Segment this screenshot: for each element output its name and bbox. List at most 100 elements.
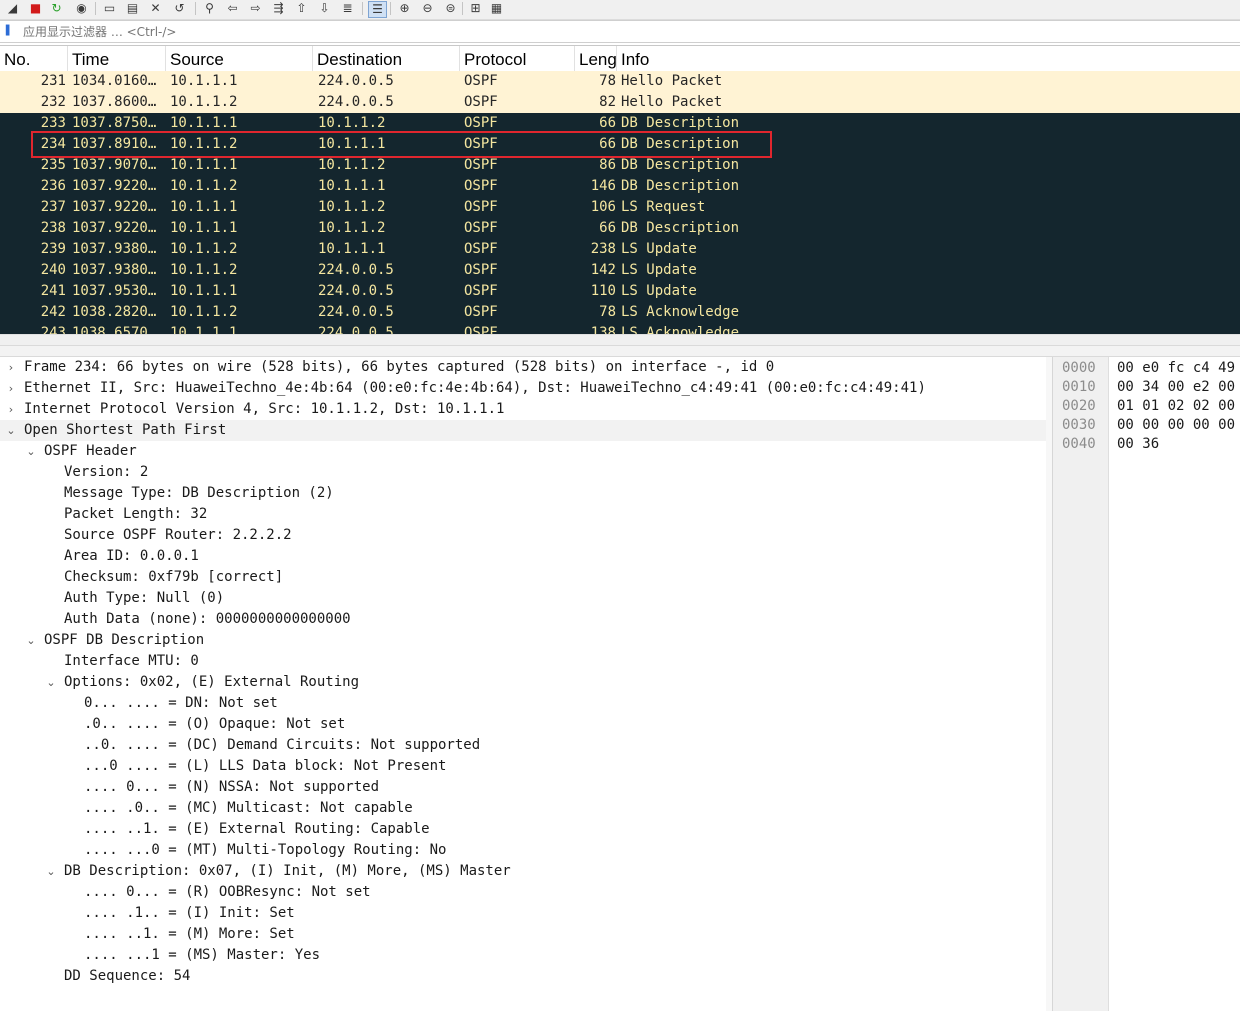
tree-field[interactable]: Version: 2: [0, 462, 1046, 483]
packet-cell-destination: 10.1.1.2: [318, 157, 386, 173]
go-to-packet-icon[interactable]: ⇶: [270, 1, 287, 16]
tree-field[interactable]: Auth Type: Null (0): [0, 588, 1046, 609]
packet-row[interactable]: 239 1037.9380… 10.1.1.2 10.1.1.1 OSPF 238 LS U…: [0, 239, 1240, 260]
tree-field[interactable]: Area ID: 0.0.0.1: [0, 546, 1046, 567]
open-file-icon[interactable]: ▭: [101, 1, 118, 16]
go-forward-icon[interactable]: ⇨: [247, 1, 264, 16]
tree-field[interactable]: .... ..1. = (E) External Routing: Capabl…: [0, 819, 1046, 840]
packet-cell-protocol: OSPF: [464, 283, 498, 299]
tree-field[interactable]: .... .1.. = (I) Init: Set: [0, 903, 1046, 924]
packet-row[interactable]: 232 1037.8600… 10.1.1.2 224.0.0.5 OSPF 82 Hell…: [0, 92, 1240, 113]
tree-field[interactable]: .... ...0 = (MT) Multi-Topology Routing:…: [0, 840, 1046, 861]
chevron-down-icon[interactable]: ⌄: [4, 420, 18, 441]
chevron-right-icon[interactable]: ›: [4, 399, 18, 420]
packet-row[interactable]: 241 1037.9530… 10.1.1.1 224.0.0.5 OSPF 110 LS …: [0, 281, 1240, 302]
resize-columns-icon[interactable]: ⊞: [467, 1, 484, 16]
zoom-reset-icon[interactable]: ⊜: [442, 1, 459, 16]
tree-field[interactable]: Message Type: DB Description (2): [0, 483, 1046, 504]
pane-splitter[interactable]: [0, 345, 1240, 357]
packet-cell-info: LS Acknowledge: [621, 304, 740, 320]
packet-cell-source: 10.1.1.2: [170, 178, 238, 194]
column-header-info[interactable]: Info: [617, 46, 1240, 71]
chevron-down-icon[interactable]: ⌄: [24, 441, 38, 462]
capture-options-icon[interactable]: ◉: [73, 1, 90, 16]
chevron-right-icon[interactable]: ›: [4, 357, 18, 378]
chevron-down-icon[interactable]: ⌄: [44, 861, 58, 882]
tree-node[interactable]: › Internet Protocol Version 4, Src: 10.1.…: [0, 399, 1046, 420]
tree-field[interactable]: Interface MTU: 0: [0, 651, 1046, 672]
packet-row[interactable]: 238 1037.9220… 10.1.1.1 10.1.1.2 OSPF 66 DB De…: [0, 218, 1240, 239]
tree-node[interactable]: ⌄ Options: 0x02, (E) External Routing: [0, 672, 1046, 693]
tree-node[interactable]: ⌄ DB Description: 0x07, (I) Init, (M) Mor…: [0, 861, 1046, 882]
tree-field[interactable]: .... 0... = (R) OOBResync: Not set: [0, 882, 1046, 903]
tree-node[interactable]: ⌄ Open Shortest Path First: [0, 420, 1046, 441]
packet-row[interactable]: 240 1037.9380… 10.1.1.2 224.0.0.5 OSPF 142 LS …: [0, 260, 1240, 281]
packet-cell-no: 237: [40, 199, 66, 215]
tree-node[interactable]: ⌄ OSPF DB Description: [0, 630, 1046, 651]
colorize-icon[interactable]: ☰: [368, 1, 387, 18]
column-header-length[interactable]: Leng: [575, 46, 617, 71]
tree-field[interactable]: .0.. .... = (O) Opaque: Not set: [0, 714, 1046, 735]
go-back-icon[interactable]: ⇦: [224, 1, 241, 16]
close-file-icon[interactable]: ✕: [147, 1, 164, 16]
tree-field[interactable]: Source OSPF Router: 2.2.2.2: [0, 525, 1046, 546]
auto-scroll-icon[interactable]: ≣: [339, 1, 356, 16]
packet-list[interactable]: No. Time Source Destination Protocol Len…: [0, 45, 1240, 335]
column-header-protocol[interactable]: Protocol: [460, 46, 575, 71]
packet-row[interactable]: 236 1037.9220… 10.1.1.2 10.1.1.1 OSPF 146 DB D…: [0, 176, 1240, 197]
packet-cell-source: 10.1.1.1: [170, 157, 238, 173]
packet-cell-time: 1037.9380…: [72, 241, 157, 257]
packet-row[interactable]: 242 1038.2820… 10.1.1.2 224.0.0.5 OSPF 78 LS A…: [0, 302, 1240, 323]
stop-capture-icon[interactable]: ■: [27, 1, 44, 16]
tree-field[interactable]: .... ..1. = (M) More: Set: [0, 924, 1046, 945]
column-header-no[interactable]: No.: [0, 46, 68, 71]
tree-field[interactable]: 0... .... = DN: Not set: [0, 693, 1046, 714]
reload-file-icon[interactable]: ↺: [171, 1, 188, 16]
go-first-packet-icon[interactable]: ⇧: [293, 1, 310, 16]
chevron-right-icon[interactable]: ›: [4, 378, 18, 399]
save-file-icon[interactable]: ▤: [124, 1, 141, 16]
packet-cell-protocol: OSPF: [464, 199, 498, 215]
packet-row[interactable]: 231 1034.0160… 10.1.1.1 224.0.0.5 OSPF 78 Hell…: [0, 71, 1240, 92]
find-packet-icon[interactable]: ⚲: [201, 1, 218, 16]
packet-row[interactable]: 237 1037.9220… 10.1.1.1 10.1.1.2 OSPF 106 LS R…: [0, 197, 1240, 218]
packet-row[interactable]: 235 1037.9070… 10.1.1.1 10.1.1.2 OSPF 86 DB De…: [0, 155, 1240, 176]
shark-fin-start-icon[interactable]: ◢: [4, 1, 21, 16]
tree-field[interactable]: ..0. .... = (DC) Demand Circuits: Not su…: [0, 735, 1046, 756]
tree-field[interactable]: .... 0... = (N) NSSA: Not supported: [0, 777, 1046, 798]
packet-bytes-pane[interactable]: 0000 00 e0 fc c4 49 0010 00 34 00 e2 00 0020…: [1052, 357, 1240, 1011]
tree-field[interactable]: Checksum: 0xf79b [correct]: [0, 567, 1046, 588]
packet-cell-time: 1037.9530…: [72, 283, 157, 299]
zoom-in-icon[interactable]: ⊕: [396, 1, 413, 16]
packet-cell-info: Hello Packet: [621, 94, 723, 110]
tree-field[interactable]: DD Sequence: 54: [0, 966, 1046, 987]
column-header-time[interactable]: Time: [68, 46, 166, 71]
packet-details-tree[interactable]: › Frame 234: 66 bytes on wire (528 bits),…: [0, 357, 1047, 1011]
column-header-destination[interactable]: Destination: [313, 46, 460, 71]
horizontal-scrollbar[interactable]: [0, 334, 1240, 345]
display-filter-input[interactable]: [19, 21, 1240, 42]
tree-field[interactable]: .... ...1 = (MS) Master: Yes: [0, 945, 1046, 966]
tree-node[interactable]: › Ethernet II, Src: HuaweiTechno_4e:4b:64…: [0, 378, 1046, 399]
byte-hex[interactable]: 01 01 02 02 00: [1117, 397, 1235, 416]
restart-capture-icon[interactable]: ↻: [48, 1, 65, 16]
tree-label: .... ...1 = (MS) Master: Yes: [84, 947, 321, 963]
column-header-source[interactable]: Source: [166, 46, 313, 71]
byte-hex[interactable]: 00 e0 fc c4 49: [1117, 359, 1235, 378]
chevron-down-icon[interactable]: ⌄: [24, 630, 38, 651]
packet-cell-destination: 224.0.0.5: [318, 283, 394, 299]
byte-hex[interactable]: 00 36: [1117, 435, 1159, 454]
bookmark-icon[interactable]: ❚: [3, 24, 12, 36]
chevron-down-icon[interactable]: ⌄: [44, 672, 58, 693]
byte-hex[interactable]: 00 34 00 e2 00: [1117, 378, 1235, 397]
byte-hex[interactable]: 00 00 00 00 00: [1117, 416, 1235, 435]
zoom-out-icon[interactable]: ⊖: [419, 1, 436, 16]
tree-field[interactable]: Packet Length: 32: [0, 504, 1046, 525]
tree-field[interactable]: Auth Data (none): 0000000000000000: [0, 609, 1046, 630]
tree-node[interactable]: ⌄ OSPF Header: [0, 441, 1046, 462]
tree-node[interactable]: › Frame 234: 66 bytes on wire (528 bits),…: [0, 357, 1046, 378]
layout-icon[interactable]: ▦: [488, 1, 505, 16]
go-last-packet-icon[interactable]: ⇩: [316, 1, 333, 16]
tree-field[interactable]: ...0 .... = (L) LLS Data block: Not Pres…: [0, 756, 1046, 777]
tree-field[interactable]: .... .0.. = (MC) Multicast: Not capable: [0, 798, 1046, 819]
